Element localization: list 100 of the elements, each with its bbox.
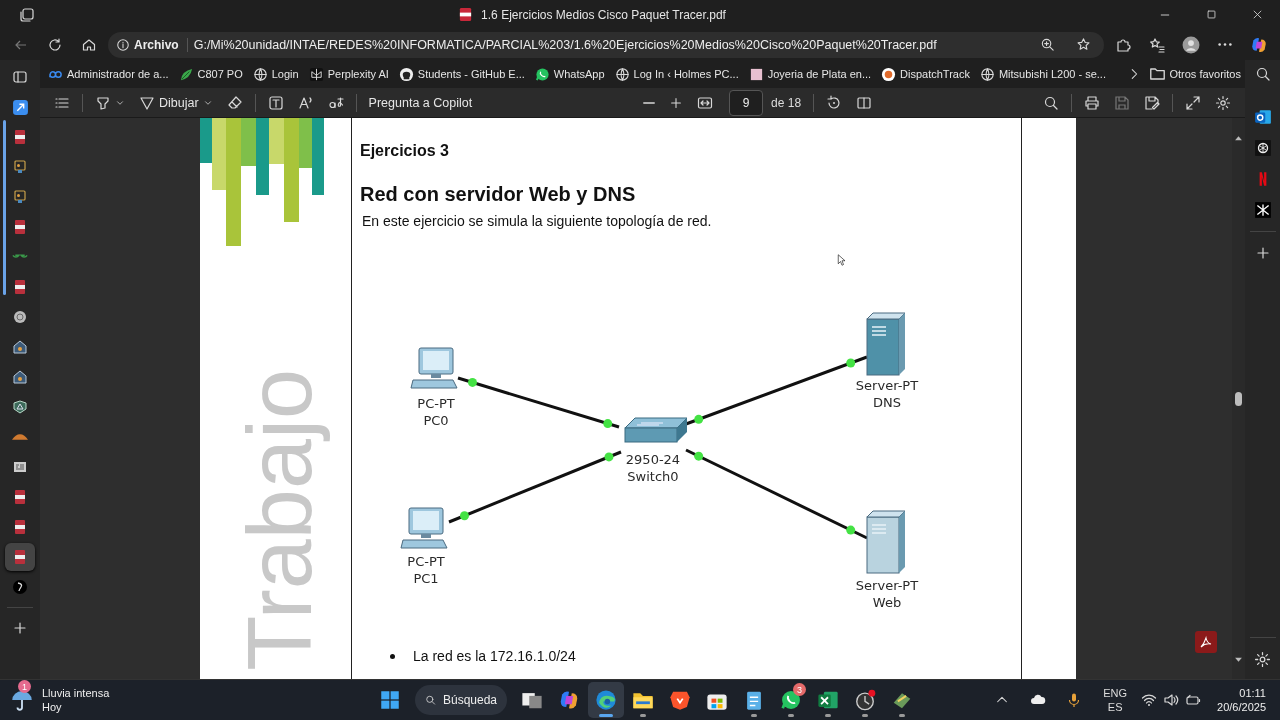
settings-icon — [1254, 650, 1271, 668]
taskbar-search[interactable]: Búsqueda — [415, 685, 507, 715]
pdf-icon — [12, 219, 28, 235]
save-icon — [1114, 94, 1130, 111]
pdf-icon — [12, 279, 28, 295]
bullet-icon — [390, 653, 395, 659]
search-icon — [1254, 66, 1271, 82]
favorite-link[interactable]: C807 PO — [174, 62, 247, 86]
node-label: Switch0 — [627, 469, 679, 484]
node-label: 2950-24 — [625, 452, 681, 467]
shield-icon — [12, 399, 28, 415]
vertical-tab[interactable] — [5, 543, 35, 571]
intro-text: En este ejercicio se simula la siguiente topología de red. — [362, 213, 713, 229]
sidebar-icon — [12, 69, 28, 85]
language-button[interactable]: ENG ES — [1095, 686, 1136, 714]
perplexity-icon — [308, 66, 324, 82]
pdf-icon — [458, 7, 474, 22]
other-favorites-folder[interactable]: Otros favoritos — [1146, 62, 1245, 86]
favorite-link[interactable]: Administrador de a... — [44, 62, 173, 86]
site-info-button[interactable]: Archivo — [114, 37, 188, 52]
favorite-link[interactable]: Mitsubishi L200 - se... — [975, 62, 1110, 86]
favorite-link[interactable]: Joyeria de Plata en... — [744, 62, 876, 86]
draw-button[interactable]: Dibujar — [133, 89, 219, 116]
mouse-pointer-icon — [836, 252, 848, 268]
refresh-icon — [47, 36, 63, 53]
wifi-icon — [1141, 692, 1158, 708]
volume-icon — [1163, 692, 1180, 708]
scrollbar-thumb[interactable] — [1235, 391, 1242, 406]
node-label: PC-PT — [407, 554, 445, 569]
scroll-up-icon — [1234, 133, 1243, 143]
node-label: Server-PT — [855, 378, 919, 393]
save-as-icon — [1144, 94, 1160, 111]
edge-icon — [595, 689, 617, 711]
zoom-in-icon — [669, 95, 684, 110]
settings-icon — [1215, 94, 1231, 111]
acrobat-button[interactable] — [1195, 631, 1217, 653]
recorder-icon — [854, 689, 876, 711]
pdf-icon — [12, 549, 28, 565]
node-label: Web — [872, 595, 902, 610]
maximize-icon — [1205, 9, 1217, 20]
chatgpt-icon — [1253, 139, 1272, 157]
battery-icon — [1185, 692, 1202, 708]
page-total: de 18 — [770, 95, 803, 110]
notification-badge: 3 — [793, 683, 806, 696]
github-icon — [398, 66, 414, 82]
geeks-icon — [12, 254, 28, 260]
start-icon — [380, 690, 400, 710]
tab-actions-icon — [11, 98, 29, 116]
star-icon — [1075, 37, 1091, 52]
slides-icon — [12, 189, 28, 205]
search-icon — [1043, 94, 1059, 111]
text-box-icon — [267, 94, 284, 111]
house-icon — [12, 339, 28, 355]
search-icon — [425, 693, 436, 707]
app-icon — [12, 579, 28, 595]
url-text: G:/Mi%20unidad/INTAE/REDES%20INFORMATICA/PARCIAL%203/1.6%20Ejercicios%20Medios%20Cisco%20Paquet%20Tracer.pdf — [193, 37, 938, 52]
node-label: PC0 — [423, 413, 449, 428]
puzzle-icon — [1115, 36, 1131, 53]
copilot-icon — [558, 689, 580, 711]
outlook-icon — [1253, 108, 1272, 126]
more-icon — [1218, 43, 1232, 46]
print-icon — [1084, 94, 1100, 111]
favorite-link[interactable]: Perplexity AI — [304, 62, 393, 86]
zoom-out-icon — [643, 101, 656, 104]
spreadsheet-icon — [817, 689, 839, 711]
rotate-icon — [826, 94, 843, 111]
window-title: 1.6 Ejercicios Medios Cisco Paquet Tracer.pdf — [481, 7, 726, 22]
weather-condition: Lluvia intensa — [42, 686, 110, 700]
copilot-button[interactable]: Pregunta a Copilot — [362, 89, 479, 116]
address-bar[interactable]: Archivo G:/Mi%20unidad/INTAE/REDES%20INFORMATICA/PARCIAL%203/1.6%20Ejercicios%20Medios%20Cisco%20Paquet%20Tracer.pdf — [108, 31, 1104, 58]
copilot-icon — [1250, 35, 1268, 54]
translate-icon — [327, 94, 344, 111]
clock-date: 20/6/2025 — [1217, 700, 1266, 714]
favorite-link[interactable]: Login — [248, 62, 303, 86]
pdf-icon — [12, 489, 28, 505]
node-label: DNS — [873, 395, 901, 410]
favorite-link[interactable]: DispatchTrack — [877, 62, 974, 86]
pen-icon — [139, 94, 155, 111]
whatsapp-icon — [780, 689, 802, 711]
node-label: Server-PT — [855, 578, 919, 593]
tabs-icon — [19, 6, 35, 23]
leaf-icon — [178, 66, 194, 82]
slides-icon — [12, 159, 28, 175]
expand-icon — [1185, 94, 1201, 111]
bullet-text: La red es la 172.16.1.0/24 — [413, 648, 576, 664]
section-heading: Ejercicios 3 — [360, 142, 450, 160]
favorite-link[interactable]: Log In ‹ Holmes PC... — [610, 62, 743, 86]
node-label: PC1 — [413, 571, 439, 586]
whatsapp-icon — [534, 66, 550, 82]
zoom-icon — [1039, 37, 1055, 52]
document-icon — [12, 459, 28, 475]
favorite-link[interactable]: WhatsApp — [530, 62, 609, 86]
page-number-field[interactable]: 9 — [729, 89, 764, 116]
globe-icon — [614, 66, 630, 82]
exercise-title: Red con servidor Web y DNS — [360, 183, 637, 206]
taskbar-app[interactable] — [588, 682, 624, 718]
fit-width-icon — [697, 94, 714, 111]
pdf-icon — [12, 129, 28, 145]
favorite-link[interactable]: Students - GitHub E... — [394, 62, 529, 86]
eraser-icon — [226, 94, 243, 111]
